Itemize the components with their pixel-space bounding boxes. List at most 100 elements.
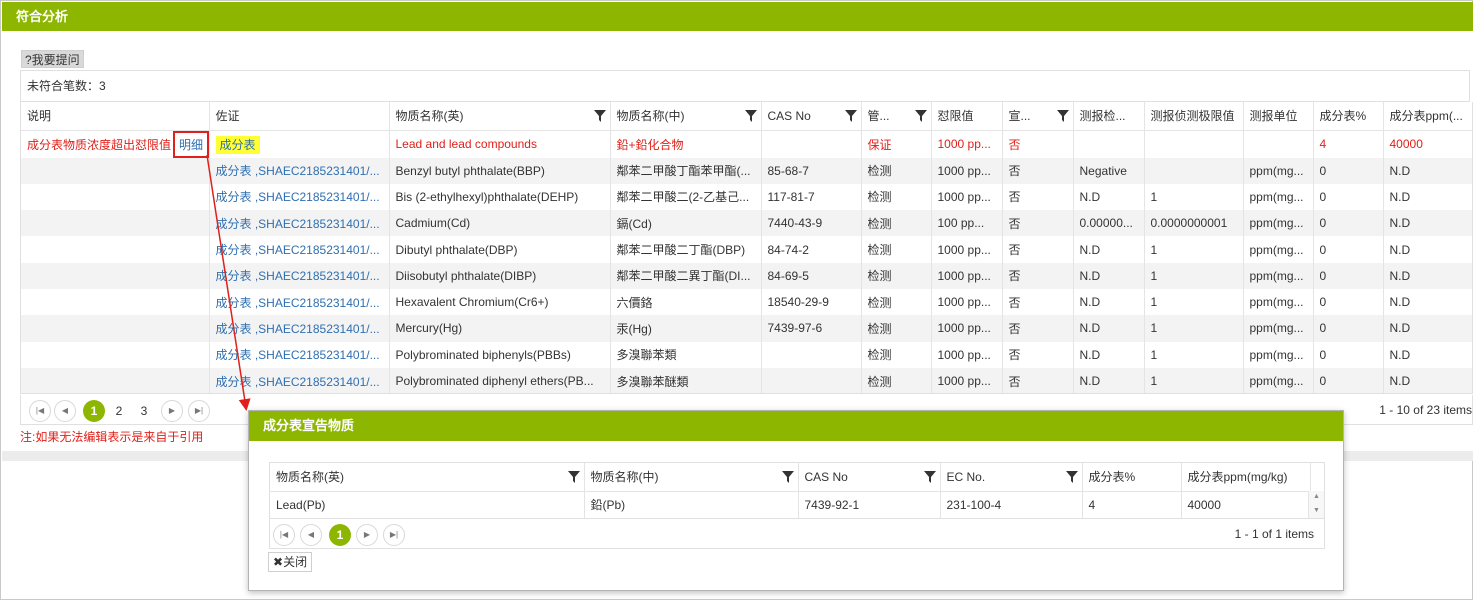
name-en-cell: Hexavalent Chromium(Cr6+) <box>389 288 611 316</box>
dialog-ec-cell: 231-100-4 <box>940 491 1083 518</box>
ppm-cell: N.D <box>1383 183 1472 211</box>
table-row[interactable]: Lead(Pb) 鉛(Pb) 7439-92-1 231-100-4 4 400… <box>270 491 1311 518</box>
col-header-name-en[interactable]: 物质名称(英) <box>389 102 611 131</box>
filter-icon[interactable] <box>567 471 580 483</box>
limit-cell: 1000 pp... <box>931 288 1003 316</box>
table-row[interactable]: 成分表 ,SHAEC2185231401/... Polybrominated d… <box>21 367 1472 393</box>
filter-icon[interactable] <box>923 471 936 483</box>
filter-icon[interactable] <box>914 110 927 122</box>
name-en-cell: Polybrominated biphenyls(PBBs) <box>389 341 611 368</box>
limit-cell: 1000 pp... <box>931 341 1003 368</box>
table-row[interactable]: 成分表 ,SHAEC2185231401/... Diisobutyl phtha… <box>21 262 1472 289</box>
dialog-col-ec[interactable]: EC No. <box>940 463 1083 492</box>
dialog-scrollbar[interactable]: ▲ ▼ <box>1308 491 1324 518</box>
evidence-link[interactable]: 成分表 ,SHAEC2185231401/... <box>209 367 390 393</box>
evidence-link[interactable]: 成分表 ,SHAEC2185231401/... <box>209 157 390 184</box>
name-cn-cell: 鄰苯二甲酸丁酯苯甲酯(... <box>610 157 762 184</box>
dialog-col-pct[interactable]: 成分表% <box>1082 463 1182 492</box>
col-header-desc[interactable]: 说明 <box>21 102 210 131</box>
control-cell: 检测 <box>861 157 932 184</box>
limit-cell: 100 pp... <box>931 210 1003 237</box>
last-page-icon[interactable]: ▶| <box>383 524 405 546</box>
cas-cell: 84-69-5 <box>761 262 862 289</box>
col-header-pct[interactable]: 成分表% <box>1313 102 1384 131</box>
col-header-name-cn[interactable]: 物质名称(中) <box>610 102 762 131</box>
control-cell: 检测 <box>861 367 932 393</box>
page-2-button[interactable]: 2 <box>108 400 130 422</box>
filter-icon[interactable] <box>1065 471 1078 483</box>
col-header-declare[interactable]: 宣... <box>1002 102 1074 131</box>
first-page-icon[interactable]: |◀ <box>29 400 51 422</box>
dialog-col-cas[interactable]: CAS No <box>798 463 941 492</box>
col-header-report-unit[interactable]: 测报单位 <box>1243 102 1314 131</box>
filter-icon[interactable] <box>744 110 757 122</box>
page-1-button[interactable]: 1 <box>83 400 105 422</box>
filter-icon[interactable] <box>593 110 606 122</box>
evidence-link[interactable]: 成分表 ,SHAEC2185231401/... <box>209 341 390 368</box>
dialog-col-ppm[interactable]: 成分表ppm(mg/kg) <box>1181 463 1311 492</box>
control-cell: 检测 <box>861 183 932 211</box>
prev-page-icon[interactable]: ◀ <box>300 524 322 546</box>
desc-cell <box>21 236 210 263</box>
limit-cell: 1000 pp... <box>931 183 1003 211</box>
filter-icon[interactable] <box>1056 110 1069 122</box>
col-header-ppm[interactable]: 成分表ppm(... <box>1383 102 1472 131</box>
detail-link[interactable]: 明细 <box>173 130 210 158</box>
table-row[interactable]: 成分表 ,SHAEC2185231401/... Hexavalent Chrom… <box>21 288 1472 316</box>
report-check-cell: N.D <box>1073 367 1145 393</box>
ppm-cell: N.D <box>1383 262 1472 289</box>
scroll-down-icon[interactable]: ▼ <box>1313 507 1320 514</box>
col-header-cas[interactable]: CAS No <box>761 102 862 131</box>
col-header-report-limit[interactable]: 测报侦测极限值 <box>1144 102 1244 131</box>
filter-icon[interactable] <box>781 471 794 483</box>
next-page-icon[interactable]: ▶ <box>356 524 378 546</box>
dialog-col-name-cn[interactable]: 物质名称(中) <box>584 463 799 492</box>
panel-title: 符合分析 <box>2 2 1473 31</box>
name-en-cell: Bis (2-ethylhexyl)phthalate(DEHP) <box>389 183 611 211</box>
name-cn-cell: 鄰苯二甲酸二(2-乙基己... <box>610 183 762 211</box>
table-row[interactable]: 成分表 ,SHAEC2185231401/... Benzyl butyl pht… <box>21 157 1472 184</box>
report-check-cell: N.D <box>1073 315 1145 342</box>
evidence-link[interactable]: 成分表 ,SHAEC2185231401/... <box>209 236 390 263</box>
dialog-col-name-en[interactable]: 物质名称(英) <box>270 463 585 492</box>
evidence-link[interactable]: 成分表 ,SHAEC2185231401/... <box>209 210 390 237</box>
pct-cell: 0 <box>1313 288 1384 316</box>
report-unit-cell: ppm(mg... <box>1243 315 1314 342</box>
close-button[interactable]: ✖关闭 <box>268 552 313 572</box>
table-row[interactable]: 成分表 ,SHAEC2185231401/... Dibutyl phthalat… <box>21 236 1472 263</box>
control-cell: 检测 <box>861 315 932 342</box>
dialog-page-1-button[interactable]: 1 <box>329 524 351 546</box>
desc-cell <box>21 262 210 289</box>
report-limit-cell: 1 <box>1144 367 1244 393</box>
evidence-link[interactable]: 成分表 ,SHAEC2185231401/... <box>209 315 390 342</box>
evidence-link[interactable]: 成分表 ,SHAEC2185231401/... <box>209 262 390 289</box>
report-check-cell <box>1073 130 1145 158</box>
table-row[interactable]: 成分表 ,SHAEC2185231401/... Polybrominated b… <box>21 341 1472 368</box>
table-row[interactable]: 成分表 ,SHAEC2185231401/... Bis (2-ethylhexy… <box>21 183 1472 211</box>
table-row[interactable]: 成分表物质浓度超出怼限值 明细 成分表 Lead and lead compoun… <box>21 130 1472 158</box>
col-header-evidence[interactable]: 佐证 <box>209 102 390 131</box>
report-limit-cell: 0.0000000001 <box>1144 210 1244 237</box>
scroll-up-icon[interactable]: ▲ <box>1313 493 1320 500</box>
prev-page-icon[interactable]: ◀ <box>54 400 76 422</box>
report-check-cell: N.D <box>1073 262 1145 289</box>
col-header-limit[interactable]: 怼限值 <box>931 102 1003 131</box>
evidence-link[interactable]: 成分表 ,SHAEC2185231401/... <box>209 288 390 316</box>
pager-info: 1 - 10 of 23 items <box>1379 403 1472 417</box>
evidence-link[interactable]: 成分表 ,SHAEC2185231401/... <box>209 183 390 211</box>
ask-question-button[interactable]: ?我要提问 <box>21 50 84 68</box>
last-page-icon[interactable]: ▶| <box>188 400 210 422</box>
evidence-link[interactable]: 成分表 <box>215 135 260 154</box>
next-page-icon[interactable]: ▶ <box>161 400 183 422</box>
table-row[interactable]: 成分表 ,SHAEC2185231401/... Cadmium(Cd) 鎘(Cd)… <box>21 210 1472 237</box>
first-page-icon[interactable]: |◀ <box>273 524 295 546</box>
table-row[interactable]: 成分表 ,SHAEC2185231401/... Mercury(Hg) 汞(Hg)… <box>21 315 1472 342</box>
dialog-pager: |◀ ◀ 1 ▶ ▶| 1 - 1 of 1 items <box>269 519 1325 549</box>
cas-cell: 18540-29-9 <box>761 288 862 316</box>
declare-cell: 否 <box>1002 262 1074 289</box>
filter-icon[interactable] <box>844 110 857 122</box>
page-3-button[interactable]: 3 <box>133 400 155 422</box>
col-header-control[interactable]: 管... <box>861 102 932 131</box>
col-header-report-check[interactable]: 测报检... <box>1073 102 1145 131</box>
pct-cell: 4 <box>1313 130 1384 158</box>
